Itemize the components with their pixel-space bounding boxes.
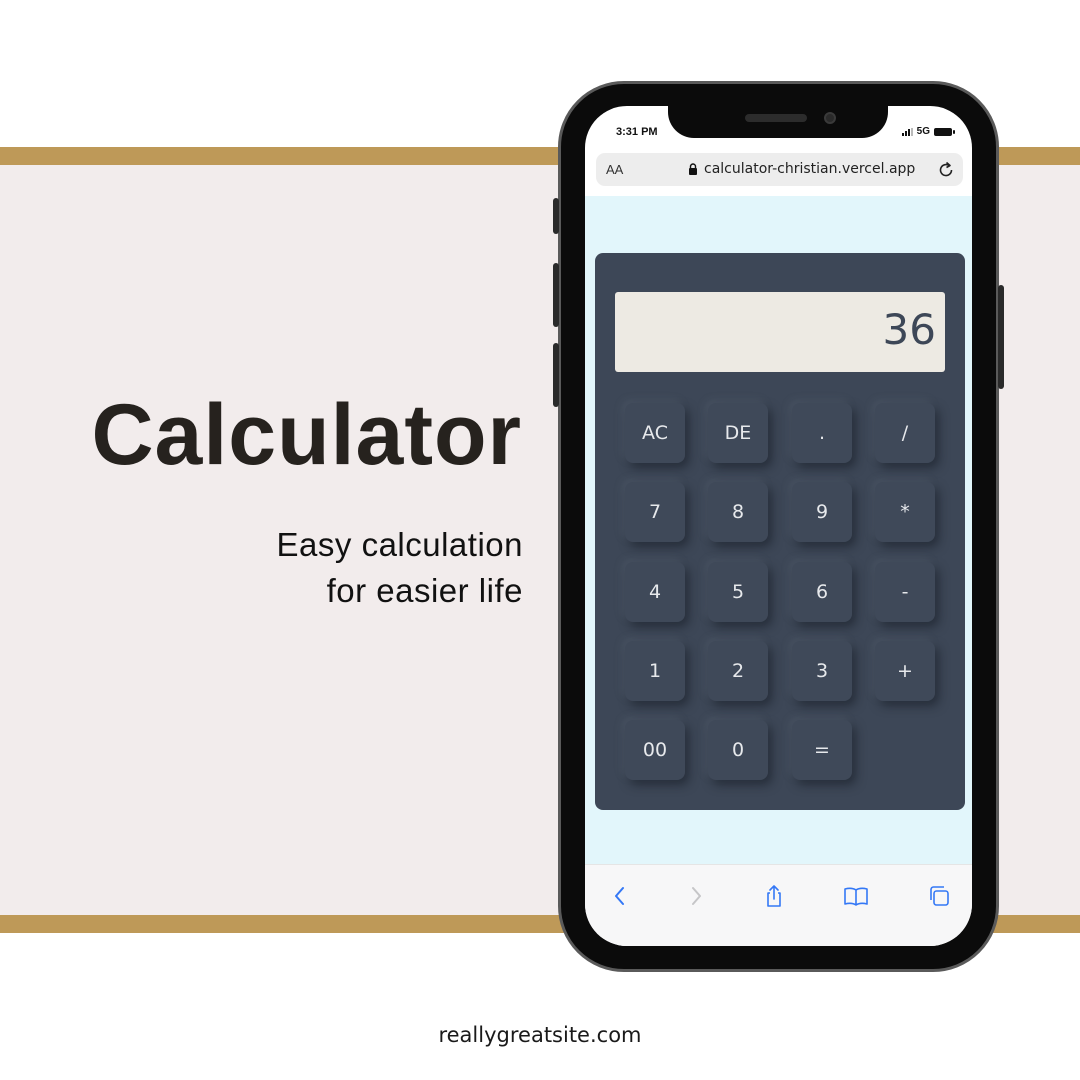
key-8[interactable]: 8 [708, 482, 768, 542]
calculator: 36 AC DE . / 7 8 9 * 4 5 6 - 1 2 3 + 00 … [595, 253, 965, 810]
key-3[interactable]: 3 [792, 641, 852, 701]
key-0[interactable]: 0 [708, 720, 768, 780]
phone-screen: 3:31 PM 5G AA calculator-christian.verce… [585, 106, 972, 946]
key-multiply[interactable]: * [875, 482, 935, 542]
back-icon[interactable] [607, 883, 633, 909]
battery-icon [934, 127, 955, 136]
status-indicators: 5G [901, 126, 955, 137]
speaker-grille [745, 114, 807, 122]
key-5[interactable]: 5 [708, 562, 768, 622]
browser-toolbar [585, 864, 972, 946]
forward-icon[interactable] [683, 883, 709, 909]
key-1[interactable]: 1 [625, 641, 685, 701]
volume-up-button [553, 263, 559, 327]
hero-subtitle-line-1: Easy calculation [276, 526, 523, 563]
hero-title: Calculator [91, 387, 522, 483]
key-7[interactable]: 7 [625, 482, 685, 542]
lock-icon [689, 163, 697, 175]
signal-icon [901, 127, 913, 136]
key-2[interactable]: 2 [708, 641, 768, 701]
key-divide[interactable]: / [875, 403, 935, 463]
network-label: 5G [916, 126, 930, 137]
key-equals[interactable]: = [792, 720, 852, 780]
key-delete[interactable]: DE [708, 403, 768, 463]
display-value: 36 [882, 305, 936, 354]
key-6[interactable]: 6 [792, 562, 852, 622]
hero-subtitle: Easy calculation for easier life [277, 522, 523, 614]
key-decimal[interactable]: . [792, 403, 852, 463]
footer-website[interactable]: reallygreatsite.com [0, 1023, 1080, 1047]
front-camera [824, 112, 836, 124]
key-clear[interactable]: AC [625, 403, 685, 463]
share-icon[interactable] [761, 883, 787, 909]
hero-subtitle-line-2: for easier life [326, 572, 523, 609]
bookmarks-icon[interactable] [843, 883, 869, 909]
url-text[interactable]: calculator-christian.vercel.app [704, 161, 915, 177]
key-add[interactable]: + [875, 641, 935, 701]
mute-switch [553, 198, 559, 234]
power-button [998, 285, 1004, 389]
key-subtract[interactable]: - [875, 562, 935, 622]
volume-down-button [553, 343, 559, 407]
key-4[interactable]: 4 [625, 562, 685, 622]
reload-icon[interactable] [935, 159, 957, 181]
status-time: 3:31 PM [616, 126, 658, 138]
tabs-icon[interactable] [926, 883, 952, 909]
key-9[interactable]: 9 [792, 482, 852, 542]
address-bar[interactable]: AA calculator-christian.vercel.app [596, 153, 963, 186]
key-double-zero[interactable]: 00 [625, 720, 685, 780]
web-content: 36 AC DE . / 7 8 9 * 4 5 6 - 1 2 3 + 00 … [585, 196, 972, 864]
calculator-display: 36 [615, 292, 945, 372]
text-size-button[interactable]: AA [606, 162, 623, 177]
